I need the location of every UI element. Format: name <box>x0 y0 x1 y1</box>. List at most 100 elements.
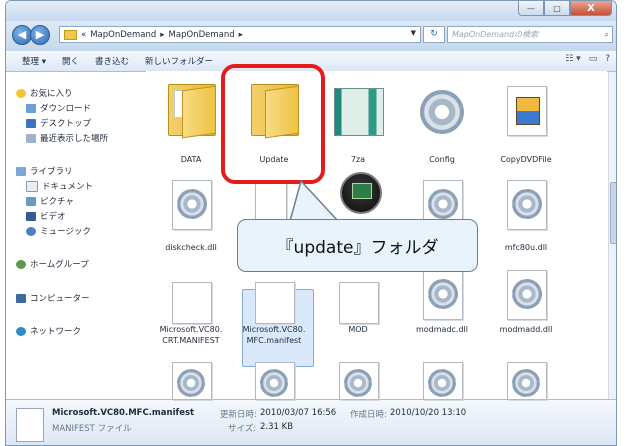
nav-label: お気に入り <box>30 89 73 99</box>
help-button[interactable]: ? <box>605 54 610 64</box>
nav-label: ダウンロード <box>40 104 92 114</box>
dll-file-icon <box>339 362 379 400</box>
nav-label: ライブラリ <box>30 167 73 177</box>
nav-label: デスクトップ <box>40 119 92 129</box>
item-label: MOD <box>348 325 368 334</box>
folder-icon <box>64 29 77 40</box>
file-icon <box>339 282 379 324</box>
recent-places-icon <box>26 133 36 143</box>
title-bar: — □ X <box>6 1 616 21</box>
new-folder-button[interactable]: 新しいフォルダー <box>137 55 221 67</box>
nav-network[interactable]: ネットワーク <box>16 324 81 338</box>
manifest-file-icon <box>255 282 295 324</box>
dll-file-icon <box>423 270 463 320</box>
nav-favorites[interactable]: お気に入り <box>16 86 73 100</box>
nav-homegroup[interactable]: ホームグループ <box>16 257 89 271</box>
downloads-icon <box>26 103 36 113</box>
open-button[interactable]: 開く <box>54 55 87 67</box>
scrollbar-thumb[interactable] <box>610 182 616 244</box>
address-row: ◀ ▶ « MapOnDemand ▸ MapOnDemand ▸ ▼ ↻ Ma… <box>6 21 616 51</box>
address-dropdown-icon[interactable]: ▼ <box>411 29 416 37</box>
dll-file-icon <box>423 362 463 400</box>
update-folder-highlight <box>221 64 325 184</box>
file-icon <box>16 408 44 442</box>
burn-button[interactable]: 書き込む <box>87 55 137 67</box>
callout-text: 『update』フォルダ <box>276 238 439 258</box>
status-created-label: 作成日時: <box>350 410 387 420</box>
status-size-label: サイズ: <box>228 424 257 434</box>
view-controls: ☷ ▾ ▭ ? <box>565 54 610 64</box>
item-label: 7za <box>350 155 366 164</box>
homegroup-icon <box>16 259 26 269</box>
item-label: modmadc.dll <box>415 325 468 334</box>
dll-file-icon <box>172 180 212 230</box>
mfc-application-icon <box>507 86 547 136</box>
star-icon <box>16 88 26 98</box>
item-label: modmadd.dll <box>499 325 553 334</box>
nav-videos[interactable]: ビデオ <box>26 209 66 223</box>
item-label: CopyDVDFile <box>500 155 552 164</box>
nav-libraries[interactable]: ライブラリ <box>16 164 73 178</box>
manifest-file-icon <box>172 282 212 324</box>
nav-computer[interactable]: コンピューター <box>16 291 90 305</box>
address-bar[interactable]: « MapOnDemand ▸ MapOnDemand ▸ ▼ <box>59 26 421 43</box>
application-icon <box>340 172 382 214</box>
item-label: DATA <box>180 155 202 164</box>
back-button[interactable]: ◀ <box>12 25 32 45</box>
details-pane: Microsoft.VC80.MFC.manifest 更新日時: 2010/0… <box>6 399 616 445</box>
nav-music[interactable]: ミュージック <box>26 224 91 238</box>
dll-file-icon <box>507 180 547 230</box>
nav-pictures[interactable]: ピクチャ <box>26 194 74 208</box>
status-modified-label: 更新日時: <box>220 410 257 420</box>
nav-label: ネットワーク <box>30 327 82 337</box>
nav-desktop[interactable]: デスクトップ <box>26 116 91 130</box>
refresh-button[interactable]: ↻ <box>423 26 445 43</box>
nav-documents[interactable]: ドキュメント <box>26 179 93 193</box>
settings-file-icon <box>420 90 464 134</box>
nav-label: ビデオ <box>40 212 66 222</box>
nav-recent[interactable]: 最近表示した場所 <box>26 131 108 145</box>
status-size: 2.31 KB <box>260 422 294 432</box>
nav-downloads[interactable]: ダウンロード <box>26 101 91 115</box>
maximize-button[interactable]: □ <box>544 1 570 16</box>
breadcrumb-separator[interactable]: ▸ <box>239 30 243 40</box>
window-controls: — □ X <box>518 1 612 17</box>
minimize-button[interactable]: — <box>518 1 544 16</box>
network-icon <box>16 326 26 336</box>
callout-update-folder: 『update』フォルダ <box>237 219 478 272</box>
vertical-scrollbar[interactable] <box>608 72 616 399</box>
status-filename: Microsoft.VC80.MFC.manifest <box>52 408 195 418</box>
item-label: Microsoft.VC80. MFC.manifest <box>242 325 306 345</box>
nav-label: ピクチャ <box>40 197 74 207</box>
dll-file-icon <box>507 362 547 400</box>
nav-label: ホームグループ <box>30 260 89 270</box>
desktop-icon <box>26 118 36 128</box>
close-button[interactable]: X <box>570 1 612 16</box>
nav-label: コンピューター <box>30 294 90 304</box>
library-icon <box>16 166 26 176</box>
status-created: 2010/10/20 13:10 <box>390 408 467 418</box>
search-placeholder: MapOnDemandの検索 <box>452 30 539 39</box>
search-input[interactable]: MapOnDemandの検索 ⌕ <box>447 26 613 43</box>
item-label: Config <box>429 155 455 164</box>
breadcrumb-separator[interactable]: ▸ <box>160 30 164 40</box>
breadcrumb-item[interactable]: MapOnDemand <box>169 30 235 40</box>
forward-button[interactable]: ▶ <box>30 25 50 45</box>
item-label: mfc80u.dll <box>504 243 548 252</box>
dll-file-icon <box>507 270 547 320</box>
views-button[interactable]: ☷ ▾ <box>565 54 580 64</box>
dll-file-icon <box>255 362 295 400</box>
documents-icon <box>26 180 38 192</box>
folder-icon <box>168 84 216 139</box>
address-prefix: « <box>81 29 87 40</box>
preview-pane-button[interactable]: ▭ <box>589 54 598 64</box>
status-type: MANIFEST ファイル <box>52 424 132 434</box>
item-label: Microsoft.VC80. CRT.MANIFEST <box>159 325 223 345</box>
organize-button[interactable]: 整理 ▾ <box>14 55 54 67</box>
breadcrumb-item[interactable]: MapOnDemand <box>90 30 156 40</box>
nav-label: 最近表示した場所 <box>40 134 109 144</box>
search-icon[interactable]: ⌕ <box>605 27 609 42</box>
status-modified: 2010/03/07 16:56 <box>260 408 337 418</box>
nav-label: ミュージック <box>40 227 91 237</box>
dll-file-icon <box>172 362 212 400</box>
